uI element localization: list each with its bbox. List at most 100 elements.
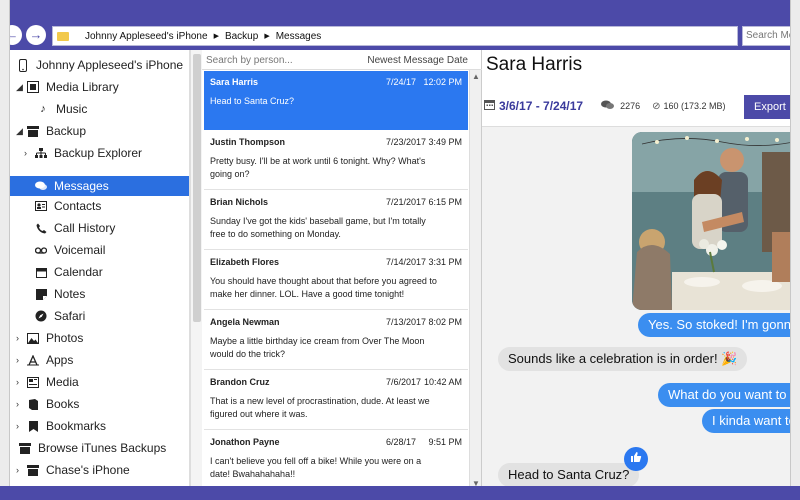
sidebar-item-media[interactable]: › Media bbox=[16, 372, 190, 392]
sidebar-item-browse-itunes-backups[interactable]: Browse iTunes Backups bbox=[18, 438, 190, 458]
expand-arrow-icon[interactable]: › bbox=[16, 355, 26, 365]
sidebar-scrollbar-thumb[interactable] bbox=[193, 54, 201, 322]
sidebar-item-call-history[interactable]: Call History bbox=[34, 218, 190, 238]
message-row[interactable]: Brian Nichols 7/21/2017 6:15 PM Sunday I… bbox=[204, 191, 468, 250]
search-input[interactable]: Search Me bbox=[742, 26, 790, 46]
sidebar-item-photos[interactable]: › Photos bbox=[16, 328, 190, 348]
message-bubble-outgoing: Yes. So stoked! I'm gonna b bbox=[638, 313, 790, 337]
thumbs-up-reaction-icon[interactable] bbox=[624, 447, 648, 471]
sidebar-item-safari[interactable]: Safari bbox=[34, 306, 190, 326]
sidebar: Johnny Appleseed's iPhone ◢ Media Librar… bbox=[10, 50, 202, 490]
message-row[interactable]: Justin Thompson 7/23/2017 3:49 PM Pretty… bbox=[204, 131, 468, 190]
sidebar-item-label: Apps bbox=[46, 353, 74, 367]
sidebar-item-apps[interactable]: › Apps bbox=[16, 350, 190, 370]
sidebar-item-bookmarks[interactable]: › Bookmarks bbox=[16, 416, 190, 436]
message-row[interactable]: Elizabeth Flores 7/14/2017 3:31 PM You s… bbox=[204, 251, 468, 310]
expand-arrow-icon[interactable]: › bbox=[16, 333, 26, 343]
sidebar-item-backup-explorer[interactable]: › Backup Explorer bbox=[24, 143, 190, 163]
message-count: 2276 bbox=[620, 101, 641, 111]
expand-arrow-icon[interactable]: ◢ bbox=[16, 82, 26, 93]
sidebar-item-messages[interactable]: Messages bbox=[10, 176, 189, 196]
expand-arrow-icon[interactable]: › bbox=[16, 465, 26, 475]
bookmark-icon bbox=[26, 419, 40, 433]
sidebar-scrollbar[interactable] bbox=[190, 50, 202, 490]
breadcrumb-separator-icon: ▶ bbox=[264, 33, 270, 40]
message-time: 3:31 PM bbox=[428, 257, 462, 267]
scroll-up-icon[interactable]: ▲ bbox=[472, 72, 480, 81]
message-row[interactable]: Angela Newman 7/13/2017 8:02 PM Maybe a … bbox=[204, 311, 468, 370]
sidebar-item-label: Photos bbox=[46, 331, 84, 345]
sidebar-item-label: Bookmarks bbox=[46, 419, 107, 433]
sidebar-item-voicemail[interactable]: Voicemail bbox=[34, 240, 190, 260]
window-frame-right bbox=[790, 0, 800, 500]
sidebar-item-label: Contacts bbox=[54, 199, 102, 213]
message-list-scrollbar[interactable]: ▲ ▼ bbox=[469, 70, 481, 490]
breadcrumb-item[interactable]: Backup bbox=[225, 31, 258, 42]
attached-photo[interactable] bbox=[632, 132, 790, 310]
voicemail-icon bbox=[34, 243, 48, 257]
chat-icon bbox=[601, 99, 615, 113]
attachment-count: 160 (173.2 MB) bbox=[663, 101, 726, 111]
message-preview: Head to Santa Cruz? bbox=[210, 96, 295, 106]
date-range: 3/6/17 - 7/24/17 bbox=[499, 99, 584, 113]
sort-dropdown[interactable]: Newest Message Date bbox=[367, 55, 468, 66]
sidebar-item-label: Messages bbox=[54, 179, 109, 193]
breadcrumb-item[interactable]: Johnny Appleseed's iPhone bbox=[85, 31, 208, 42]
sidebar-item-notes[interactable]: Notes bbox=[34, 284, 190, 304]
sidebar-item-device[interactable]: Johnny Appleseed's iPhone bbox=[16, 55, 190, 75]
expand-arrow-icon[interactable]: ◢ bbox=[16, 126, 26, 137]
sidebar-item-media-library[interactable]: ◢ Media Library bbox=[16, 77, 190, 97]
book-icon bbox=[26, 397, 40, 411]
message-sender: Brandon Cruz bbox=[210, 377, 270, 387]
export-button[interactable]: Export bbox=[744, 95, 790, 119]
expand-arrow-icon[interactable]: › bbox=[16, 377, 26, 387]
breadcrumb-item[interactable]: Messages bbox=[276, 31, 322, 42]
message-preview: Maybe a little birthday ice cream from O… bbox=[210, 336, 425, 359]
sidebar-item-label: Johnny Appleseed's iPhone bbox=[36, 58, 184, 72]
sidebar-item-chase-iphone[interactable]: › Chase's iPhone bbox=[16, 460, 190, 480]
expand-arrow-icon[interactable]: › bbox=[16, 399, 26, 409]
message-row[interactable]: Jonathon Payne 6/28/17 9:51 PM I can't b… bbox=[204, 431, 468, 490]
message-date: 7/23/2017 bbox=[386, 137, 427, 147]
message-date: 7/6/2017 bbox=[386, 377, 422, 387]
message-date: 6/28/17 bbox=[386, 437, 417, 447]
sidebar-item-calendar[interactable]: Calendar bbox=[34, 262, 190, 282]
note-icon bbox=[34, 287, 48, 301]
sidebar-item-label: Backup bbox=[46, 124, 87, 138]
message-row[interactable]: Sara Harris 7/24/17 12:02 PM Head to San… bbox=[204, 71, 468, 130]
forward-button[interactable]: → bbox=[26, 25, 46, 45]
sidebar-item-label: Calendar bbox=[54, 265, 103, 279]
message-bubble-outgoing: What do you want to do bbox=[658, 383, 790, 407]
sidebar-item-label: Chase's iPhone bbox=[46, 463, 130, 477]
message-row[interactable]: Brandon Cruz 7/6/2017 10:42 AM That is a… bbox=[204, 371, 468, 430]
calendar-icon bbox=[484, 99, 495, 113]
sidebar-item-music[interactable]: ♪ Music bbox=[36, 99, 190, 119]
sidebar-item-label: Books bbox=[46, 397, 80, 411]
conversation-title: Sara Harris bbox=[486, 54, 583, 75]
media-icon bbox=[26, 375, 40, 389]
expand-arrow-icon[interactable]: › bbox=[16, 421, 26, 431]
expand-arrow-icon[interactable]: › bbox=[24, 148, 34, 158]
sidebar-item-contacts[interactable]: Contacts bbox=[34, 196, 190, 216]
message-time: 10:42 AM bbox=[423, 377, 462, 387]
folder-icon bbox=[57, 31, 69, 41]
message-date: 7/21/2017 bbox=[386, 197, 427, 207]
message-time: 8:02 PM bbox=[428, 317, 462, 327]
sidebar-item-label: Music bbox=[56, 102, 88, 116]
sidebar-item-backup[interactable]: ◢ Backup bbox=[16, 121, 190, 141]
message-sender: Angela Newman bbox=[210, 317, 280, 327]
message-date: 7/14/2017 bbox=[386, 257, 427, 267]
sidebar-item-books[interactable]: › Books bbox=[16, 394, 190, 414]
paperclip-icon: ⊘ bbox=[652, 100, 661, 112]
sitemap-icon bbox=[34, 146, 48, 160]
window-frame-top bbox=[0, 0, 800, 12]
message-sender: Jonathon Payne bbox=[210, 437, 280, 447]
person-search-input[interactable]: Search by person... bbox=[206, 55, 293, 66]
back-button[interactable]: ← bbox=[10, 25, 22, 45]
backup-box-icon bbox=[26, 463, 40, 477]
message-preview: Pretty busy. I'll be at work until 6 ton… bbox=[210, 156, 426, 179]
backup-box-icon bbox=[18, 441, 32, 455]
message-preview: I can't believe you fell off a bike! Whi… bbox=[210, 456, 422, 479]
compass-icon bbox=[34, 309, 48, 323]
breadcrumb[interactable]: Johnny Appleseed's iPhone ▶ Backup ▶ Mes… bbox=[52, 26, 738, 46]
